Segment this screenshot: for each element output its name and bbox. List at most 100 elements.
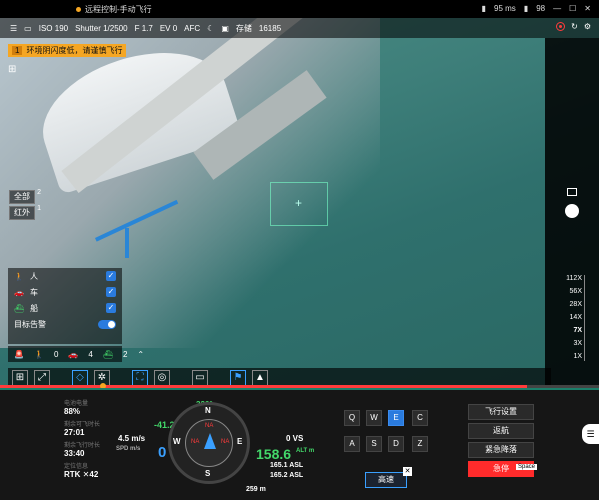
hotkey-badge: Space [516,464,538,470]
night-icon: ☾ [207,23,215,33]
key-w[interactable]: W [366,410,382,426]
target-alarm-row[interactable]: 目标告警 [8,316,122,332]
detect-person-row[interactable]: 🚶 人 ✓ [8,268,122,284]
status-bar: 远程控制-手动飞行 ▮ 95 ms ▮ 98 — ☐ ✕ [0,0,599,18]
wind-speed-value: 4.5 m/s [118,434,146,443]
ai-detect-icon[interactable]: ⛶ [132,370,148,386]
record-icon[interactable] [556,22,566,31]
compass-na: NA [191,439,200,445]
chat-icon[interactable]: ☰ [582,424,599,444]
zoom-scale[interactable]: 112X 56X 28X 14X 7X 3X 1X [566,275,582,360]
distance-value: 259 m [246,486,266,493]
left-icons: ⊞ [8,64,24,76]
car-count: 4 [88,349,93,359]
asl-value-2: 165.2 ASL [270,472,304,479]
settings-icon[interactable]: ⚙ [584,22,591,31]
target-reticle [270,182,328,226]
compass-east: E [237,437,243,446]
warning-banner[interactable]: 1 环境阴闪度低，请谨慎飞行 [8,44,127,57]
boat-checkbox[interactable]: ✓ [106,303,116,313]
zoom-level[interactable]: 3X [573,340,582,347]
signal-icon: ▮ [523,4,529,13]
grid-icon[interactable]: ⊞ [12,370,28,386]
zoom-track [584,275,585,361]
emergency-land-button[interactable]: 紧急降落 [468,442,534,458]
storage-label: 存储 [235,23,252,33]
compass-south: S [205,469,211,478]
car-icon: 🚗 [14,287,24,297]
compass-na: NA [221,439,230,445]
return-home-button[interactable]: 返航 [468,423,534,439]
warning-count: 1 [12,46,23,55]
car-count-icon: 🚗 [68,349,79,359]
person-count-icon: 🚶 [33,349,44,359]
track-icon[interactable]: ◎ [154,370,170,386]
aircraft-arrow-icon [204,433,216,449]
layers-icon[interactable]: ⊞ [8,64,24,76]
target-alarm-toggle[interactable] [98,319,116,329]
alarm-icon: 🚨 [14,349,24,359]
app-title: 远程控制-手动飞行 [76,4,152,15]
compass-north: N [205,406,211,415]
app-title-text: 远程控制-手动飞行 [85,5,152,14]
person-icon: 🚶 [14,271,24,281]
boat-count-icon: ⛴ [102,349,113,359]
boat-count: 2 [122,349,128,359]
storage-count: 16185 [258,23,282,33]
person-count: 0 [53,349,59,359]
speed-unit: SPD m/s [116,446,141,452]
key-q[interactable]: Q [344,410,360,426]
asl-value-1: 165.1 ASL [270,462,304,469]
keyboard-controls: Q W E C A S D Z [340,406,440,478]
mode-ir-button[interactable]: 红外 1 [9,205,41,220]
scan-icon[interactable]: ⤢ [34,370,50,386]
flight-settings-button[interactable]: 飞行设置 [468,404,534,420]
camera-mode-icon[interactable] [567,188,577,196]
person-checkbox[interactable]: ✓ [106,271,116,281]
speed-mode-button[interactable]: 高速 ✕ [365,467,412,488]
zoom-level[interactable]: 1X [573,353,582,360]
camera-info-bar: ☰ ▭ ISO 190 Shutter 1/2500 F 1.7 EV 0 AF… [0,18,599,38]
speed-value: 0 [158,444,167,461]
mode-all-button[interactable]: 全部 2 [9,189,41,204]
close-icon[interactable]: ✕ [403,467,412,476]
zoom-level[interactable]: 28X [570,301,582,308]
collapse-icon[interactable]: ⌃ [137,350,144,359]
minimize-icon[interactable]: — [553,4,561,13]
key-e[interactable]: E [388,410,404,426]
maximize-icon[interactable]: ☐ [569,4,576,13]
key-s[interactable]: S [366,436,382,452]
detect-boat-row[interactable]: ⛴ 船 ✓ [8,300,122,316]
lens-mode-buttons: 全部 2 红外 1 [9,189,41,220]
zoom-level[interactable]: 14X [570,314,582,321]
bottom-panel: 电池电量 88% 剩余可飞时长 27:01 剩余飞行时长 33:40 定位信息 … [0,388,599,500]
key-d[interactable]: D [388,436,404,452]
screen-icon[interactable]: ▭ [192,370,208,386]
key-a[interactable]: A [344,436,360,452]
latency-text: 95 ms [494,4,516,13]
detect-car-row[interactable]: 🚗 车 ✓ [8,284,122,300]
zoom-level[interactable]: 56X [570,288,582,295]
zoom-level-selected[interactable]: 7X [573,327,582,334]
record-controls: ↻ ⚙ [556,22,591,31]
car-checkbox[interactable]: ✓ [106,287,116,297]
target-icon[interactable]: ⚑ [230,370,246,386]
detection-panel: 🚶 人 ✓ 🚗 车 ✓ ⛴ 船 ✓ 目标告警 [8,268,122,344]
altitude-value: 158.6 [256,446,292,462]
status-right: ▮ 95 ms ▮ 98 — ☐ ✕ [482,4,591,13]
ev-text: EV 0 [159,23,178,33]
close-icon[interactable]: ✕ [584,4,591,13]
key-c[interactable]: C [412,410,428,426]
nav-icon[interactable]: ▲ [252,370,268,386]
key-z[interactable]: Z [412,436,428,452]
zoom-level[interactable]: 112X [566,275,582,282]
diamond-icon[interactable]: ◇ [72,370,88,386]
shutter-button[interactable] [565,204,579,218]
menu-icon[interactable]: ☰ [10,24,17,33]
focus-mode-text: AFC [184,23,201,33]
iso-text: ISO 190 [38,23,69,33]
vertical-speed-value: 0 VS [286,434,304,443]
wifi-icon: ▮ [481,4,487,13]
compass-na: NA [205,423,214,429]
refresh-icon[interactable]: ↻ [571,22,578,31]
